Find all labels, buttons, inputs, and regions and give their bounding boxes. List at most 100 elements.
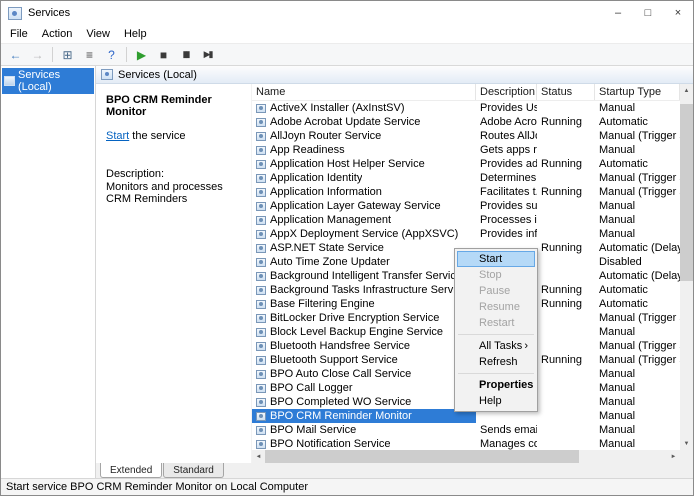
scroll-up-arrow-icon[interactable]: ▲ <box>680 84 693 97</box>
restart-service-button[interactable]: ▶▮ <box>197 45 218 64</box>
table-row[interactable]: Application InformationFacilitates t...R… <box>252 185 680 199</box>
service-startup-type: Manual (Trigger Start) <box>595 339 680 353</box>
service-status <box>537 325 595 339</box>
service-name-cell: Base Filtering Engine <box>252 297 476 311</box>
scroll-right-arrow-icon[interactable]: ► <box>667 450 680 463</box>
horizontal-scroll-thumb[interactable] <box>265 450 579 463</box>
window-title: Services <box>28 7 70 19</box>
context-menu-resume: Resume <box>457 299 535 315</box>
toolbar: ←→ ⊞ ≡? ▶■▮▮ ▶▮ <box>1 44 693 66</box>
service-startup-type: Disabled <box>595 255 680 269</box>
column-header-description[interactable]: Description <box>476 84 537 100</box>
service-name: BPO CRM Reminder Monitor <box>270 410 412 422</box>
maximize-button[interactable]: □ <box>633 1 663 25</box>
table-row[interactable]: Adobe Acrobat Update ServiceAdobe Acro..… <box>252 115 680 129</box>
column-header-name[interactable]: Name <box>252 84 476 100</box>
table-row[interactable]: BPO Mail ServiceSends email...Manual <box>252 423 680 437</box>
export-list-button-icon: ≡ <box>86 49 93 61</box>
title-bar: Services – □ × <box>1 1 693 25</box>
service-startup-type: Manual (Trigger Start) <box>595 311 680 325</box>
menu-help[interactable]: Help <box>117 25 154 43</box>
service-description: Processes in... <box>476 213 537 227</box>
pause-service-button[interactable]: ▮▮ <box>175 45 196 64</box>
service-gear-icon <box>256 328 266 337</box>
start-service-link[interactable]: Start <box>106 130 129 142</box>
column-header-status[interactable]: Status <box>537 84 595 100</box>
forward-button[interactable]: → <box>27 45 48 64</box>
context-menu-help[interactable]: Help <box>457 393 535 409</box>
table-row[interactable]: Application IdentityDetermines ...Manual… <box>252 171 680 185</box>
details-pane: Services (Local) BPO CRM Reminder Monito… <box>96 66 693 478</box>
table-row[interactable]: Application ManagementProcesses in...Man… <box>252 213 680 227</box>
service-name-cell: Application Layer Gateway Service <box>252 199 476 213</box>
service-gear-icon <box>256 202 266 211</box>
service-name: BPO Mail Service <box>270 424 356 436</box>
service-startup-type: Manual (Trigger Start) <box>595 129 680 143</box>
table-row[interactable]: App ReadinessGets apps re...Manual <box>252 143 680 157</box>
tree-item-label: Services (Local) <box>18 69 92 93</box>
scroll-left-arrow-icon[interactable]: ◄ <box>252 450 265 463</box>
export-list-button[interactable]: ≡ <box>79 45 100 64</box>
table-row[interactable]: Application Host Helper ServiceProvides … <box>252 157 680 171</box>
menu-separator <box>458 373 534 374</box>
minimize-button[interactable]: – <box>603 1 633 25</box>
service-gear-icon <box>256 384 266 393</box>
vertical-scroll-track[interactable] <box>680 97 693 437</box>
context-menu-properties[interactable]: Properties <box>457 377 535 393</box>
service-status <box>537 143 595 157</box>
vertical-scroll-thumb[interactable] <box>680 104 693 281</box>
scrollbar-corner <box>680 450 693 463</box>
service-gear-icon <box>256 132 266 141</box>
menu-file[interactable]: File <box>3 25 35 43</box>
window-controls: – □ × <box>603 1 693 25</box>
service-startup-type: Automatic <box>595 297 680 311</box>
table-row[interactable]: AllJoyn Router ServiceRoutes AllJo...Man… <box>252 129 680 143</box>
context-menu-start[interactable]: Start <box>457 251 535 267</box>
service-name: Background Intelligent Transfer Service <box>270 270 462 282</box>
restart-service-button-icon: ▶▮ <box>204 50 212 59</box>
horizontal-scroll-track[interactable] <box>265 450 667 463</box>
tab-extended[interactable]: Extended <box>100 463 162 478</box>
service-startup-type: Automatic <box>595 283 680 297</box>
service-gear-icon <box>256 244 266 253</box>
service-name: Application Management <box>270 214 391 226</box>
toolbar-separator <box>52 47 53 62</box>
table-row[interactable]: AppX Deployment Service (AppXSVC)Provide… <box>252 227 680 241</box>
show-hide-console-tree-button[interactable]: ⊞ <box>57 45 78 64</box>
service-name-cell: Application Information <box>252 185 476 199</box>
scroll-down-arrow-icon[interactable]: ▼ <box>680 437 693 450</box>
service-name: Application Identity <box>270 172 362 184</box>
menu-action[interactable]: Action <box>35 25 80 43</box>
service-name: Base Filtering Engine <box>270 298 375 310</box>
service-startup-type: Automatic (Delayed St... <box>595 241 680 255</box>
table-row[interactable]: ActiveX Installer (AxInstSV)Provides Us.… <box>252 101 680 115</box>
table-row[interactable]: Application Layer Gateway ServiceProvide… <box>252 199 680 213</box>
context-menu-refresh[interactable]: Refresh <box>457 354 535 370</box>
service-gear-icon <box>256 160 266 169</box>
help-button[interactable]: ? <box>101 45 122 64</box>
service-gear-icon <box>256 426 266 435</box>
submenu-arrow-icon: › <box>524 341 528 352</box>
vertical-scrollbar[interactable]: ▲ ▼ <box>680 84 693 450</box>
service-name-cell: BPO CRM Reminder Monitor <box>252 409 476 423</box>
horizontal-scrollbar[interactable]: ◄ ► <box>252 450 680 463</box>
service-name: BitLocker Drive Encryption Service <box>270 312 439 324</box>
column-header-startup-type[interactable]: Startup Type <box>595 84 680 100</box>
table-row[interactable]: BPO Notification ServiceManages co...Man… <box>252 437 680 450</box>
tree-item-services-local[interactable]: Services (Local) <box>2 68 94 94</box>
view-header: Services (Local) <box>96 66 693 84</box>
status-bar: Start service BPO CRM Reminder Monitor o… <box>1 478 693 495</box>
start-service-button[interactable]: ▶ <box>131 45 152 64</box>
service-status <box>537 171 595 185</box>
tab-standard[interactable]: Standard <box>163 463 224 478</box>
close-button[interactable]: × <box>663 1 693 25</box>
service-name-cell: Adobe Acrobat Update Service <box>252 115 476 129</box>
stop-service-button[interactable]: ■ <box>153 45 174 64</box>
service-status: Running <box>537 353 595 367</box>
back-button[interactable]: ← <box>5 45 26 64</box>
service-name: Application Information <box>270 186 382 198</box>
context-menu-all-tasks[interactable]: All Tasks› <box>457 338 535 354</box>
tab-bar: ExtendedStandard <box>96 463 693 478</box>
menu-view[interactable]: View <box>79 25 117 43</box>
context-menu-item-label: Help <box>479 395 502 407</box>
